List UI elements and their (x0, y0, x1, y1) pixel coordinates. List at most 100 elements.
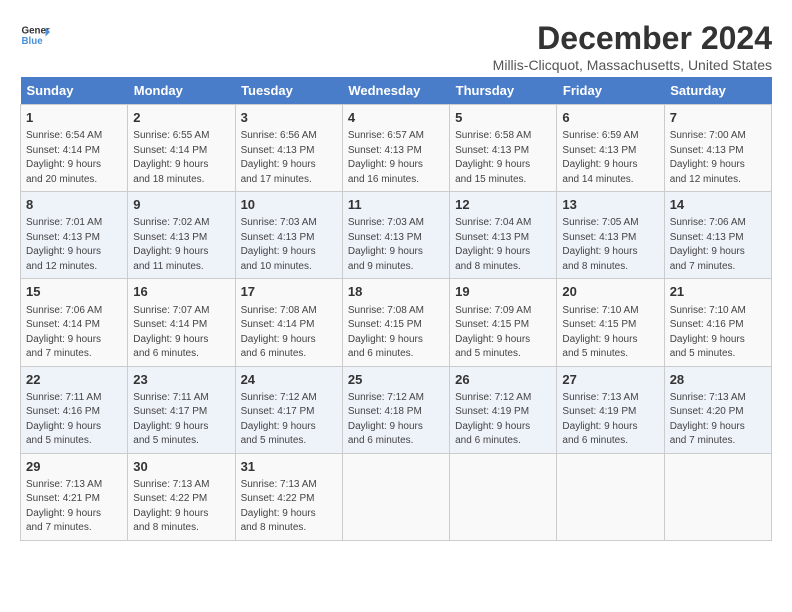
day-number: 17 (241, 283, 337, 301)
weekday-header: Sunday (21, 77, 128, 105)
calendar-cell: 9Sunrise: 7:02 AM Sunset: 4:13 PM Daylig… (128, 192, 235, 279)
calendar-cell: 14 Sunrise: 7:06 AM Sunset: 4:13 PM Dayli… (664, 192, 771, 279)
day-number: 3 (241, 109, 337, 127)
calendar-cell: 28Sunrise: 7:13 AM Sunset: 4:20 PM Dayli… (664, 366, 771, 453)
calendar-cell: 11 Sunrise: 7:03 AM Sunset: 4:13 PM Dayli… (342, 192, 449, 279)
header: General Blue December 2024 Millis-Clicqu… (20, 20, 772, 73)
day-number: 6 (562, 109, 658, 127)
day-info: Sunrise: 7:02 AM Sunset: 4:13 PM Dayligh… (133, 216, 229, 274)
day-number: 2 (133, 109, 229, 127)
day-info: Sunrise: 7:13 AM Sunset: 4:20 PM Dayligh… (670, 391, 766, 449)
calendar-cell: 25 Sunrise: 7:12 AM Sunset: 4:18 PM Dayli… (342, 366, 449, 453)
calendar-cell: 8 Sunrise: 7:01 AM Sunset: 4:13 PM Daylig… (21, 192, 128, 279)
day-info: Sunrise: 7:08 AM Sunset: 4:14 PM Dayligh… (241, 304, 337, 362)
day-number: 27 (562, 371, 658, 389)
day-info: Sunrise: 7:08 AM Sunset: 4:15 PM Dayligh… (348, 304, 444, 362)
day-info: Sunrise: 7:12 AM Sunset: 4:18 PM Dayligh… (348, 391, 444, 449)
day-number: 26 (455, 371, 551, 389)
title-area: December 2024 Millis-Clicquot, Massachus… (493, 20, 772, 73)
calendar-cell: 22Sunrise: 7:11 AM Sunset: 4:16 PM Dayli… (21, 366, 128, 453)
day-info: Sunrise: 7:13 AM Sunset: 4:21 PM Dayligh… (26, 478, 122, 536)
day-info: Sunrise: 7:12 AM Sunset: 4:19 PM Dayligh… (455, 391, 551, 449)
day-number: 21 (670, 283, 766, 301)
day-info: Sunrise: 6:54 AM Sunset: 4:14 PM Dayligh… (26, 129, 122, 187)
calendar-cell: 5 Sunrise: 6:58 AM Sunset: 4:13 PM Daylig… (450, 105, 557, 192)
day-info: Sunrise: 7:00 AM Sunset: 4:13 PM Dayligh… (670, 129, 766, 187)
day-number: 14 (670, 196, 766, 214)
weekday-header: Wednesday (342, 77, 449, 105)
weekday-header: Saturday (664, 77, 771, 105)
day-info: Sunrise: 7:13 AM Sunset: 4:22 PM Dayligh… (241, 478, 337, 536)
day-info: Sunrise: 7:06 AM Sunset: 4:13 PM Dayligh… (670, 216, 766, 274)
calendar-cell: 6 Sunrise: 6:59 AM Sunset: 4:13 PM Daylig… (557, 105, 664, 192)
calendar-cell: 23 Sunrise: 7:11 AM Sunset: 4:17 PM Dayli… (128, 366, 235, 453)
calendar-cell (664, 453, 771, 540)
svg-text:Blue: Blue (22, 36, 44, 47)
calendar-week-row: 22Sunrise: 7:11 AM Sunset: 4:16 PM Dayli… (21, 366, 772, 453)
day-number: 25 (348, 371, 444, 389)
header-row: SundayMondayTuesdayWednesdayThursdayFrid… (21, 77, 772, 105)
day-info: Sunrise: 6:58 AM Sunset: 4:13 PM Dayligh… (455, 129, 551, 187)
calendar-week-row: 29 Sunrise: 7:13 AM Sunset: 4:21 PM Dayli… (21, 453, 772, 540)
logo: General Blue (20, 20, 50, 50)
weekday-header: Tuesday (235, 77, 342, 105)
day-number: 16 (133, 283, 229, 301)
day-info: Sunrise: 6:56 AM Sunset: 4:13 PM Dayligh… (241, 129, 337, 187)
day-info: Sunrise: 7:13 AM Sunset: 4:19 PM Dayligh… (562, 391, 658, 449)
calendar-cell: 13Sunrise: 7:05 AM Sunset: 4:13 PM Dayli… (557, 192, 664, 279)
calendar-cell: 12Sunrise: 7:04 AM Sunset: 4:13 PM Dayli… (450, 192, 557, 279)
day-number: 20 (562, 283, 658, 301)
day-info: Sunrise: 7:03 AM Sunset: 4:13 PM Dayligh… (241, 216, 337, 274)
day-info: Sunrise: 7:07 AM Sunset: 4:14 PM Dayligh… (133, 304, 229, 362)
day-number: 18 (348, 283, 444, 301)
day-info: Sunrise: 7:01 AM Sunset: 4:13 PM Dayligh… (26, 216, 122, 274)
calendar-cell: 24 Sunrise: 7:12 AM Sunset: 4:17 PM Dayli… (235, 366, 342, 453)
day-number: 12 (455, 196, 551, 214)
day-info: Sunrise: 7:10 AM Sunset: 4:16 PM Dayligh… (670, 304, 766, 362)
day-number: 22 (26, 371, 122, 389)
day-number: 29 (26, 458, 122, 476)
calendar-week-row: 8 Sunrise: 7:01 AM Sunset: 4:13 PM Daylig… (21, 192, 772, 279)
day-info: Sunrise: 7:11 AM Sunset: 4:17 PM Dayligh… (133, 391, 229, 449)
day-info: Sunrise: 7:10 AM Sunset: 4:15 PM Dayligh… (562, 304, 658, 362)
calendar-table: SundayMondayTuesdayWednesdayThursdayFrid… (20, 77, 772, 541)
calendar-cell: 21 Sunrise: 7:10 AM Sunset: 4:16 PM Dayli… (664, 279, 771, 366)
day-number: 30 (133, 458, 229, 476)
day-number: 1 (26, 109, 122, 127)
day-number: 31 (241, 458, 337, 476)
day-info: Sunrise: 6:55 AM Sunset: 4:14 PM Dayligh… (133, 129, 229, 187)
calendar-cell: 16 Sunrise: 7:07 AM Sunset: 4:14 PM Dayli… (128, 279, 235, 366)
day-number: 19 (455, 283, 551, 301)
day-info: Sunrise: 7:13 AM Sunset: 4:22 PM Dayligh… (133, 478, 229, 536)
day-number: 11 (348, 196, 444, 214)
day-number: 24 (241, 371, 337, 389)
calendar-cell: 19Sunrise: 7:09 AM Sunset: 4:15 PM Dayli… (450, 279, 557, 366)
day-number: 15 (26, 283, 122, 301)
calendar-cell: 20 Sunrise: 7:10 AM Sunset: 4:15 PM Dayli… (557, 279, 664, 366)
calendar-cell: 17 Sunrise: 7:08 AM Sunset: 4:14 PM Dayli… (235, 279, 342, 366)
day-number: 5 (455, 109, 551, 127)
calendar-cell: 7 Sunrise: 7:00 AM Sunset: 4:13 PM Daylig… (664, 105, 771, 192)
day-number: 10 (241, 196, 337, 214)
calendar-week-row: 15 Sunrise: 7:06 AM Sunset: 4:14 PM Dayli… (21, 279, 772, 366)
month-title: December 2024 (493, 20, 772, 57)
location-title: Millis-Clicquot, Massachusetts, United S… (493, 57, 772, 73)
calendar-cell: 15 Sunrise: 7:06 AM Sunset: 4:14 PM Dayli… (21, 279, 128, 366)
day-number: 8 (26, 196, 122, 214)
calendar-cell: 30 Sunrise: 7:13 AM Sunset: 4:22 PM Dayli… (128, 453, 235, 540)
day-number: 23 (133, 371, 229, 389)
calendar-cell: 18 Sunrise: 7:08 AM Sunset: 4:15 PM Dayli… (342, 279, 449, 366)
weekday-header: Thursday (450, 77, 557, 105)
day-number: 7 (670, 109, 766, 127)
calendar-cell: 27 Sunrise: 7:13 AM Sunset: 4:19 PM Dayli… (557, 366, 664, 453)
calendar-cell: 4Sunrise: 6:57 AM Sunset: 4:13 PM Daylig… (342, 105, 449, 192)
day-info: Sunrise: 6:59 AM Sunset: 4:13 PM Dayligh… (562, 129, 658, 187)
day-info: Sunrise: 7:12 AM Sunset: 4:17 PM Dayligh… (241, 391, 337, 449)
calendar-cell: 1 Sunrise: 6:54 AM Sunset: 4:14 PM Daylig… (21, 105, 128, 192)
day-info: Sunrise: 7:03 AM Sunset: 4:13 PM Dayligh… (348, 216, 444, 274)
calendar-cell (557, 453, 664, 540)
calendar-cell: 10 Sunrise: 7:03 AM Sunset: 4:13 PM Dayli… (235, 192, 342, 279)
day-info: Sunrise: 7:06 AM Sunset: 4:14 PM Dayligh… (26, 304, 122, 362)
calendar-cell: 2 Sunrise: 6:55 AM Sunset: 4:14 PM Daylig… (128, 105, 235, 192)
day-number: 4 (348, 109, 444, 127)
